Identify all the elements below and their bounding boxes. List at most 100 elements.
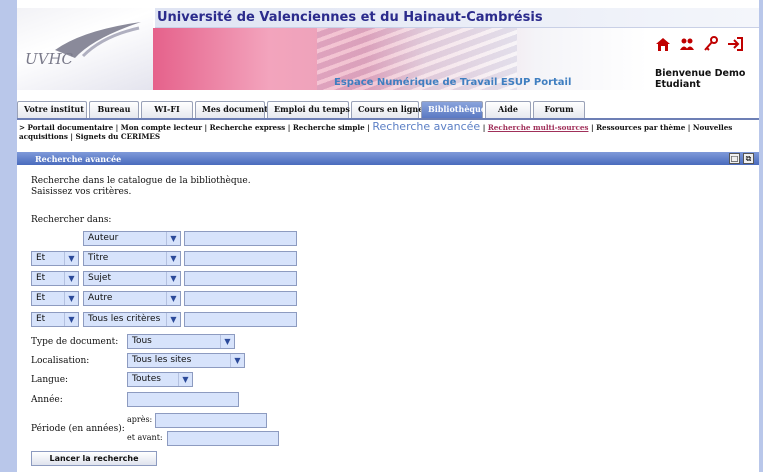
- subnav-separator: |: [285, 123, 293, 132]
- location-select[interactable]: Tous les sites ▼: [127, 353, 245, 368]
- subnav-separator: |: [202, 123, 210, 132]
- library-subnav: > Portail documentaire | Mon compte lect…: [19, 120, 757, 141]
- tab-wifi[interactable]: WI-FI: [141, 101, 193, 118]
- minimize-icon[interactable]: □: [729, 153, 740, 164]
- logo-text: UVHC: [25, 50, 74, 68]
- tab-emploi-du-temps[interactable]: Emploi du temps: [267, 101, 350, 118]
- tab-aide[interactable]: Aide: [485, 101, 531, 118]
- after-label: après:: [127, 415, 153, 424]
- search-input-2[interactable]: [184, 251, 297, 266]
- chevron-down-icon: ▼: [166, 292, 180, 305]
- portal-page: Université de Valenciennes et du Hainaut…: [17, 0, 759, 472]
- operator-select-3-value: Et: [36, 273, 46, 283]
- location-value: Tous les sites: [132, 355, 192, 365]
- period-before-input[interactable]: [167, 431, 279, 446]
- chevron-down-icon: ▼: [64, 313, 78, 326]
- subnav-ressources-par-theme[interactable]: Ressources par thème: [596, 123, 685, 132]
- chevron-down-icon: ▼: [64, 292, 78, 305]
- search-input-4[interactable]: [184, 291, 297, 306]
- language-label: Langue:: [31, 375, 69, 385]
- operator-select-2[interactable]: Et ▼: [31, 251, 79, 266]
- group-icon[interactable]: [679, 36, 695, 52]
- chevron-down-icon: ▼: [166, 313, 180, 326]
- search-input-1[interactable]: [184, 231, 297, 246]
- operator-select-4-value: Et: [36, 293, 46, 303]
- chevron-down-icon: ▼: [220, 335, 234, 348]
- uvhc-logo[interactable]: UVHC: [17, 8, 153, 90]
- subnav-separator: |: [588, 123, 597, 132]
- intro-line-1: Recherche dans le catalogue de la biblio…: [31, 176, 251, 186]
- operator-select-3[interactable]: Et ▼: [31, 271, 79, 286]
- chevron-down-icon: ▼: [64, 252, 78, 265]
- language-select[interactable]: Toutes ▼: [127, 372, 193, 387]
- logout-icon[interactable]: [727, 36, 743, 52]
- language-value: Toutes: [132, 374, 161, 384]
- search-in-label: Rechercher dans:: [31, 215, 112, 225]
- welcome-message: Bienvenue Demo Etudiant: [655, 68, 745, 90]
- subnav-recherche-avancee[interactable]: Recherche avancée: [372, 120, 480, 133]
- subnav-recherche-simple[interactable]: Recherche simple: [293, 123, 365, 132]
- welcome-role: Etudiant: [655, 79, 701, 90]
- year-label: Année:: [31, 395, 63, 405]
- maximize-icon[interactable]: ⧉: [743, 153, 754, 164]
- field-select-2-value: Titre: [88, 253, 109, 263]
- chevron-down-icon: ▼: [166, 232, 180, 245]
- university-title: Université de Valenciennes et du Hainaut…: [157, 10, 543, 25]
- field-select-5-value: Tous les critères: [88, 314, 161, 324]
- tab-mes-documents[interactable]: Mes documents: [195, 101, 272, 118]
- subnav-separator: |: [685, 123, 693, 132]
- field-select-1-value: Auteur: [88, 233, 119, 243]
- subnav-separator: |: [113, 123, 121, 132]
- subnav-separator: |: [67, 132, 76, 141]
- chevron-down-icon: ▼: [230, 354, 244, 367]
- field-select-5[interactable]: Tous les critères ▼: [83, 312, 181, 327]
- tab-cours-en-ligne[interactable]: Cours en ligne: [351, 101, 423, 118]
- field-select-3-value: Sujet: [88, 273, 111, 283]
- subnav-recherche-multi-sources[interactable]: Recherche multi-sources: [488, 123, 589, 132]
- operator-select-5-value: Et: [36, 314, 46, 324]
- subnav-portail-documentaire[interactable]: Portail documentaire: [28, 123, 114, 132]
- period-after-input[interactable]: [155, 413, 267, 428]
- header-banner: Université de Valenciennes et du Hainaut…: [17, 0, 759, 96]
- operator-select-4[interactable]: Et ▼: [31, 291, 79, 306]
- subnav-prefix: >: [19, 123, 28, 132]
- period-label: Période (en années):: [31, 424, 125, 434]
- chevron-down-icon: ▼: [178, 373, 192, 386]
- panel-title-bar: [17, 152, 759, 165]
- welcome-name: Bienvenue Demo: [655, 68, 746, 79]
- tab-votre-institut[interactable]: Votre institut: [17, 101, 87, 118]
- subnav-recherche-express[interactable]: Recherche express: [210, 123, 286, 132]
- field-select-4[interactable]: Autre ▼: [83, 291, 181, 306]
- doc-type-select[interactable]: Tous ▼: [127, 334, 235, 349]
- search-intro: Recherche dans le catalogue de la biblio…: [31, 176, 251, 198]
- year-input[interactable]: [127, 392, 239, 407]
- tab-bureau[interactable]: Bureau: [89, 101, 139, 118]
- main-tabs: Votre institut Bureau WI-FI Mes document…: [17, 101, 585, 118]
- field-select-1[interactable]: Auteur ▼: [83, 231, 181, 246]
- chevron-down-icon: ▼: [166, 252, 180, 265]
- field-select-4-value: Autre: [88, 293, 113, 303]
- before-label: et avant:: [127, 433, 163, 442]
- portal-title: Espace Numérique de Travail ESUP Portail: [334, 77, 572, 88]
- key-icon[interactable]: [703, 36, 719, 52]
- intro-line-2: Saisissez vos critères.: [31, 187, 132, 197]
- field-select-2[interactable]: Titre ▼: [83, 251, 181, 266]
- operator-select-5[interactable]: Et ▼: [31, 312, 79, 327]
- search-input-3[interactable]: [184, 271, 297, 286]
- location-label: Localisation:: [31, 356, 90, 366]
- subnav-separator: |: [480, 123, 488, 132]
- doc-type-label: Type de document:: [31, 337, 119, 347]
- subnav-mon-compte-lecteur[interactable]: Mon compte lecteur: [121, 123, 202, 132]
- chevron-down-icon: ▼: [166, 272, 180, 285]
- doc-type-value: Tous: [132, 336, 152, 346]
- operator-select-2-value: Et: [36, 253, 46, 263]
- submit-search-button[interactable]: Lancer la recherche: [31, 451, 157, 466]
- search-input-5[interactable]: [184, 312, 297, 327]
- subnav-signets-du-cerimes[interactable]: Signets du CERIMES: [76, 132, 161, 141]
- tab-forum[interactable]: Forum: [533, 101, 585, 118]
- home-icon[interactable]: [655, 36, 671, 52]
- tab-bibliotheque[interactable]: Bibliothèque: [421, 101, 486, 118]
- panel-title: Recherche avancée: [35, 154, 122, 164]
- field-select-3[interactable]: Sujet ▼: [83, 271, 181, 286]
- header-icon-bar: [655, 36, 743, 52]
